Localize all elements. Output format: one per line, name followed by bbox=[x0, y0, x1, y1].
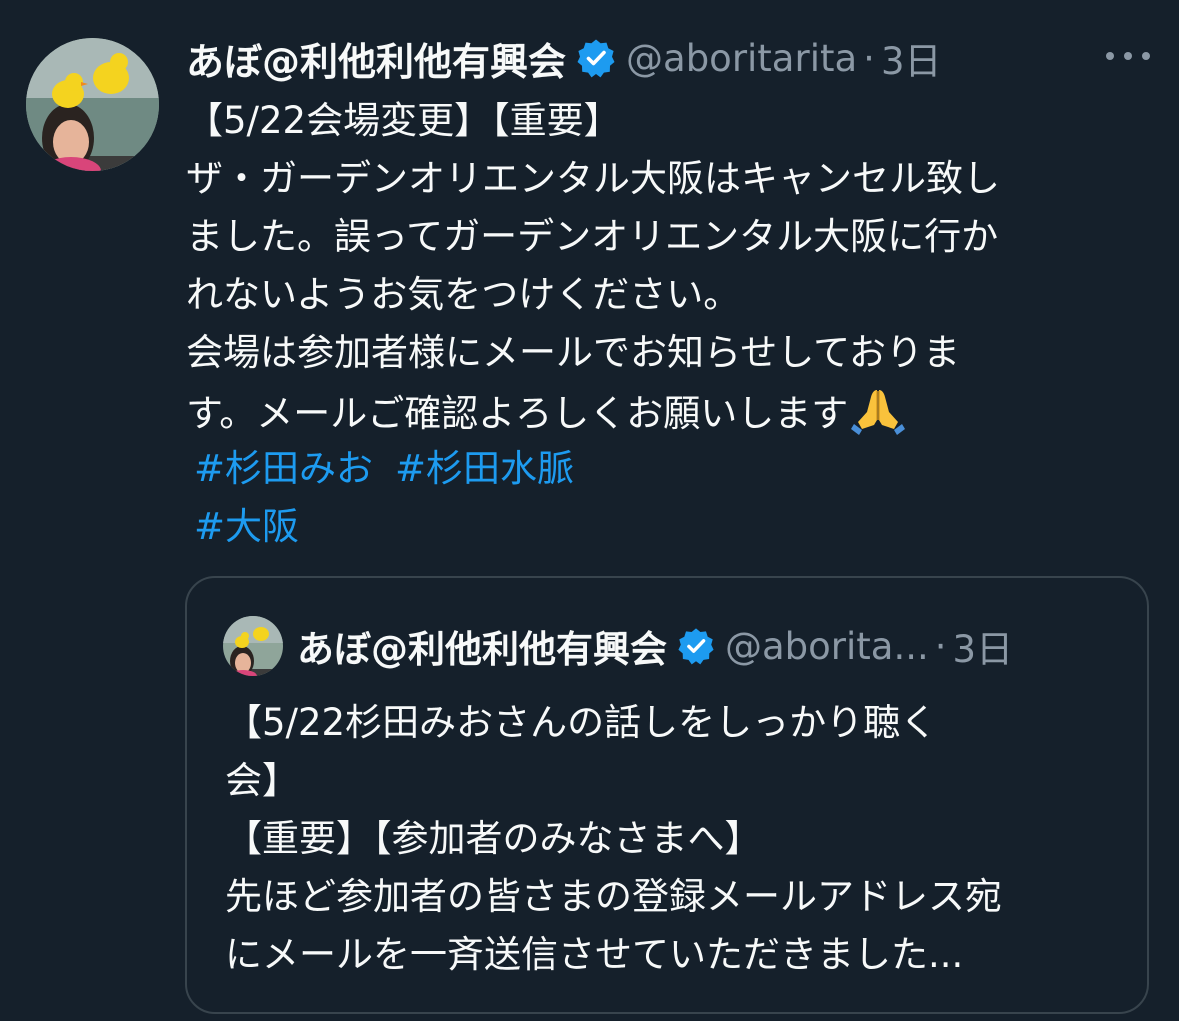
folded-hands-icon bbox=[850, 382, 906, 438]
display-name[interactable]: あぼ@利他利他有興会 bbox=[186, 31, 566, 86]
separator-dot: · bbox=[863, 36, 875, 80]
more-options-button[interactable] bbox=[1100, 38, 1156, 74]
more-horizontal-icon bbox=[1106, 52, 1150, 60]
avatar[interactable] bbox=[26, 38, 159, 171]
tweet-text-line: ザ・ガーデンオリエンタル大阪はキャンセル致し bbox=[186, 157, 1000, 200]
hashtag-line: #大阪 bbox=[186, 498, 1146, 556]
hashtag-link[interactable]: #大阪 bbox=[194, 505, 299, 548]
tweet-text-line: れないようお気をつけください。 bbox=[186, 273, 741, 316]
tweet-text-line: 会場は参加者様にメールでお知らせしておりま bbox=[186, 331, 961, 374]
quote-tweet-card[interactable]: あぼ@利他利他有興会 @aborita... · 3日 【5/22杉田みおさんの… bbox=[185, 576, 1149, 1014]
separator-dot: · bbox=[934, 624, 947, 668]
tweet[interactable]: あぼ@利他利他有興会 @aboritarita · 3日 【5/22会場変更】【… bbox=[0, 0, 1179, 1021]
hashtag-link[interactable]: #杉田みお bbox=[194, 447, 373, 490]
tweet-text: 【5/22会場変更】【重要】 ザ・ガーデンオリエンタル大阪はキャンセル致し まし… bbox=[186, 92, 1146, 556]
tweet-text-line-with-emoji: す。メールご確認よろしくお願いします bbox=[186, 382, 1146, 440]
handle[interactable]: @aboritarita bbox=[626, 37, 857, 80]
quote-text-line: 【5/22杉田みおさんの話しをしっかり聴く bbox=[225, 701, 938, 744]
quote-header: あぼ@利他利他有興会 @aborita... · 3日 bbox=[297, 618, 1013, 674]
quote-avatar-photo bbox=[223, 616, 283, 676]
quote-text-line: にメールを一斉送信させていただきました... bbox=[225, 933, 964, 976]
tweet-header: あぼ@利他利他有興会 @aboritarita · 3日 bbox=[186, 30, 941, 86]
hashtag-link[interactable]: #杉田水脈 bbox=[395, 447, 574, 490]
verified-badge-icon bbox=[677, 627, 715, 665]
quote-avatar[interactable] bbox=[223, 616, 283, 676]
quote-handle[interactable]: @aborita... bbox=[725, 625, 929, 668]
tweet-text-line: ました。誤ってガーデンオリエンタル大阪に行か bbox=[186, 215, 999, 258]
quote-display-name[interactable]: あぼ@利他利他有興会 bbox=[297, 619, 667, 673]
avatar-photo bbox=[26, 38, 159, 171]
quote-text-line: 会】 bbox=[225, 759, 299, 802]
quote-text: 【5/22杉田みおさんの話しをしっかり聴く 会】 【重要】【参加者のみなさまへ】… bbox=[225, 694, 1125, 984]
hashtag-line: #杉田みお #杉田水脈 bbox=[186, 440, 1146, 498]
quote-timestamp[interactable]: 3日 bbox=[953, 619, 1014, 673]
tweet-text-line: 【5/22会場変更】【重要】 bbox=[186, 99, 621, 142]
quote-text-line: 【重要】【参加者のみなさまへ】 bbox=[225, 817, 762, 860]
timestamp[interactable]: 3日 bbox=[881, 31, 942, 85]
verified-badge-icon bbox=[576, 38, 616, 78]
tweet-text-line: す。メールご確認よろしくお願いします bbox=[186, 392, 849, 435]
quote-text-line: 先ほど参加者の皆さまの登録メールアドレス宛 bbox=[225, 875, 1002, 918]
